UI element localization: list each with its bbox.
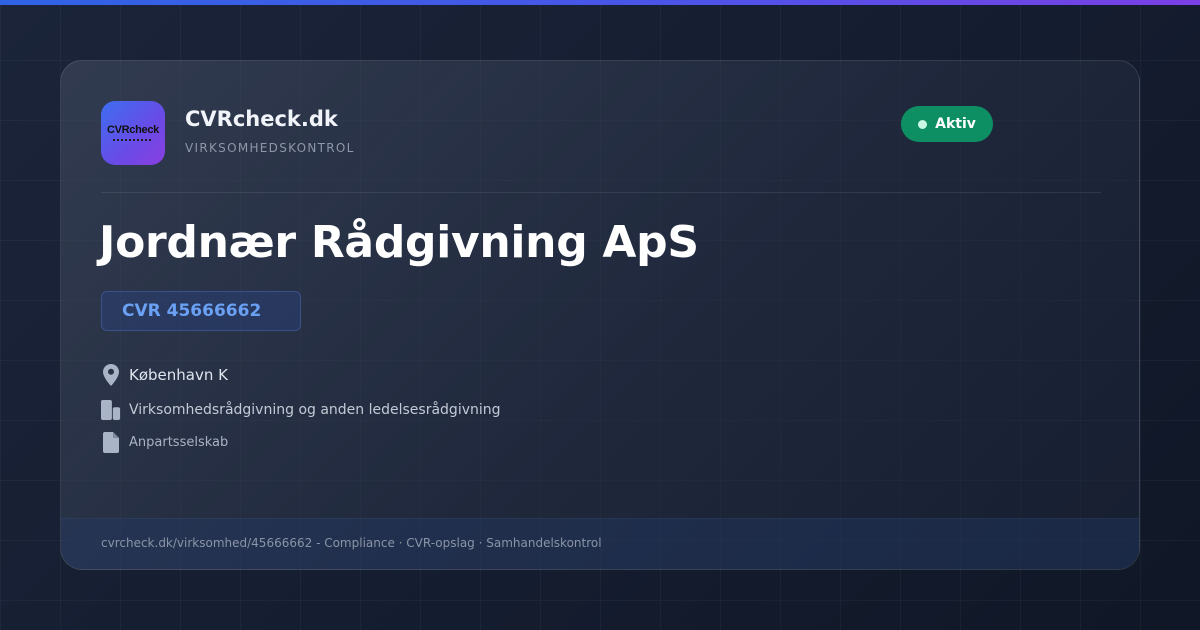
info-row-location: København K bbox=[101, 364, 228, 386]
legal-form-text: Anpartsselskab bbox=[129, 435, 229, 450]
brand-tagline: VIRKSOMHEDSKONTROL bbox=[185, 141, 355, 155]
info-row-legal-form: Anpartsselskab bbox=[101, 432, 228, 453]
brand-name: CVRcheck.dk bbox=[185, 107, 338, 131]
cvr-badge: CVR 45666662 bbox=[101, 291, 301, 331]
status-label: Aktiv bbox=[935, 116, 976, 132]
logo-text: CVRcheck bbox=[106, 124, 159, 136]
header-divider bbox=[101, 192, 1101, 193]
card-footer: cvrcheck.dk/virksomhed/45666662 - Compli… bbox=[61, 518, 1139, 569]
company-name: Jordnær Rådgivning ApS bbox=[99, 217, 699, 268]
cvr-number: CVR 45666662 bbox=[122, 301, 262, 321]
document-icon bbox=[101, 432, 121, 453]
info-row-industry: Virksomhedsrådgivning og anden ledelsesr… bbox=[101, 399, 501, 421]
location-text: København K bbox=[129, 366, 228, 384]
logo-underline bbox=[113, 139, 153, 141]
brand-logo: CVRcheck bbox=[101, 101, 165, 165]
map-pin-icon bbox=[101, 364, 121, 386]
company-card: CVRcheck CVRcheck.dk VIRKSOMHEDSKONTROL … bbox=[60, 60, 1140, 570]
industry-text: Virksomhedsrådgivning og anden ledelsesr… bbox=[129, 402, 501, 418]
status-dot-icon bbox=[918, 119, 928, 129]
top-accent-bar bbox=[0, 0, 1200, 5]
building-icon bbox=[101, 399, 121, 421]
footer-text: cvrcheck.dk/virksomhed/45666662 - Compli… bbox=[101, 536, 602, 550]
status-badge: Aktiv bbox=[901, 106, 993, 142]
